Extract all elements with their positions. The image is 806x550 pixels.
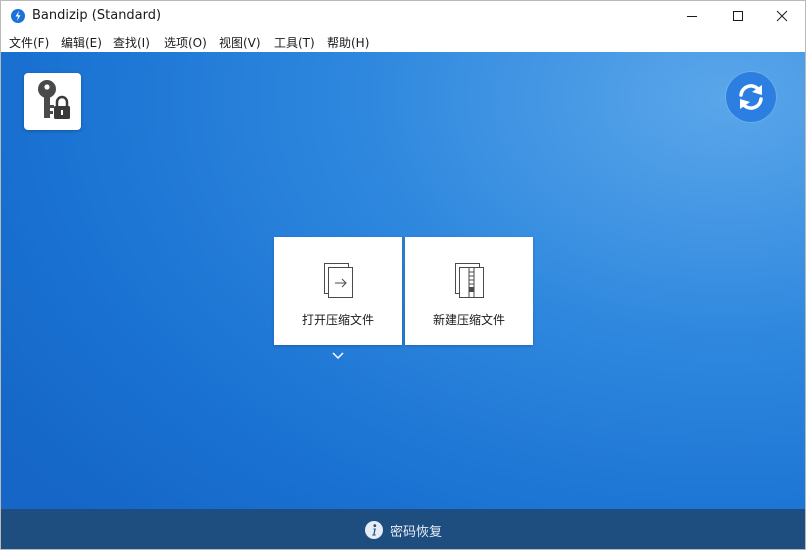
password-recovery-link[interactable]: 密码恢复 (365, 520, 442, 540)
key-lock-icon (37, 79, 70, 119)
menu-find[interactable]: 查找(I) (113, 34, 150, 51)
close-button[interactable] (759, 1, 805, 31)
app-window: Bandizip (Standard) 文件(F) 编辑(E) 查找(I) 选项… (0, 0, 806, 550)
menu-tools[interactable]: 工具(T) (274, 34, 315, 51)
new-archive-label: 新建压缩文件 (432, 313, 505, 327)
open-file-icon (324, 263, 353, 298)
maximize-button[interactable] (715, 1, 761, 31)
menu-view[interactable]: 视图(V) (219, 34, 261, 51)
close-icon (776, 10, 788, 22)
menu-options[interactable]: 选项(O) (164, 34, 207, 51)
minimize-icon (687, 16, 697, 17)
refresh-icon (739, 84, 763, 110)
password-recovery-label: 密码恢复 (390, 524, 443, 540)
new-archive-tile[interactable]: 新建压缩文件 (405, 237, 533, 345)
maximize-icon (733, 11, 743, 21)
menu-file[interactable]: 文件(F) (9, 34, 49, 51)
title-bar[interactable]: Bandizip (Standard) (1, 1, 805, 31)
bandizip-logo-icon (11, 9, 25, 23)
open-archive-tile[interactable]: 打开压缩文件 (274, 237, 402, 345)
menu-edit[interactable]: 编辑(E) (61, 34, 102, 51)
menu-help[interactable]: 帮助(H) (327, 34, 369, 51)
window-title: Bandizip (Standard) (32, 8, 162, 23)
menu-bar: 文件(F) 编辑(E) 查找(I) 选项(O) 视图(V) 工具(T) 帮助(H… (1, 31, 805, 52)
refresh-button[interactable] (726, 72, 776, 122)
open-archive-label: 打开压缩文件 (301, 313, 374, 327)
status-bar: 密码恢复 (1, 509, 805, 549)
minimize-button[interactable] (669, 1, 715, 31)
chevron-down-icon[interactable] (331, 351, 345, 361)
info-icon (365, 521, 383, 539)
zip-file-icon (455, 263, 484, 298)
password-manager-button[interactable] (24, 73, 81, 130)
main-area: 打开压缩文件 新建压缩文件 (1, 52, 805, 509)
